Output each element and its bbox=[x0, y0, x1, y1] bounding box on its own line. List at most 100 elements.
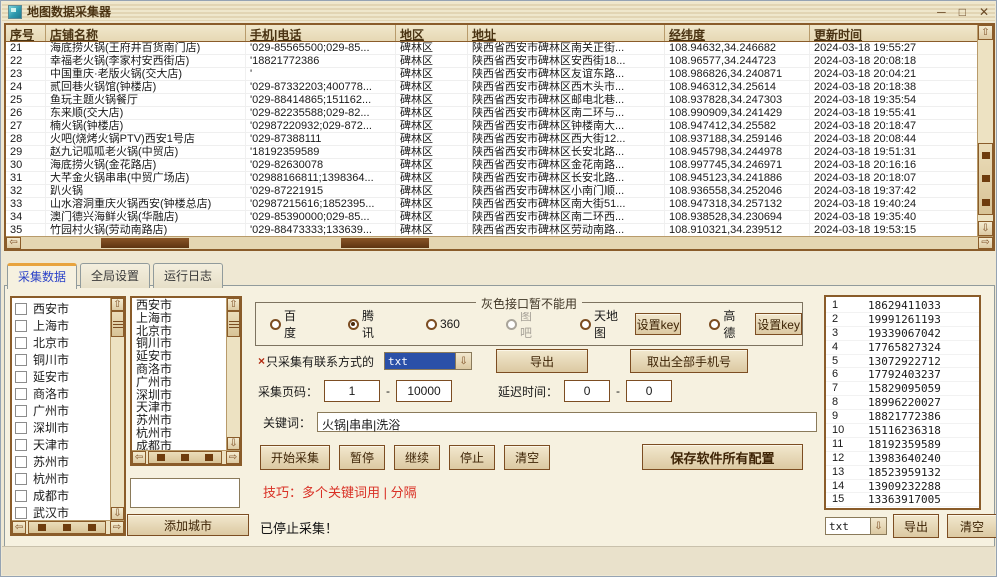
radio-tianditu[interactable]: 天地图 bbox=[580, 307, 625, 341]
city-checkbox-item[interactable]: 西安市 bbox=[15, 300, 110, 317]
set-key-button-tianditu[interactable]: 设置key bbox=[635, 313, 682, 335]
scroll-down-icon[interactable]: ⇩ bbox=[978, 221, 993, 236]
citylist-vertical-scrollbar[interactable]: ⇧ ⇩ bbox=[110, 298, 124, 520]
radio-gaode[interactable]: 高德 bbox=[709, 307, 743, 341]
checkbox-icon[interactable] bbox=[15, 388, 27, 400]
phone-clear-button[interactable]: 清空 bbox=[947, 514, 997, 538]
scroll-up-icon[interactable]: ⇧ bbox=[227, 298, 240, 311]
city-list-item[interactable]: 成都市 bbox=[136, 440, 226, 450]
city-checkbox-item[interactable]: 杭州市 bbox=[15, 470, 110, 487]
city-checkbox-item[interactable]: 深圳市 bbox=[15, 419, 110, 436]
col-address[interactable]: 地址 bbox=[468, 25, 665, 41]
scroll-right-icon[interactable]: ⇨ bbox=[110, 521, 124, 534]
city-checkbox-item[interactable]: 上海市 bbox=[15, 317, 110, 334]
scroll-up-icon[interactable]: ⇧ bbox=[978, 25, 993, 40]
start-collect-button[interactable]: 开始采集 bbox=[260, 445, 330, 470]
stop-button[interactable]: 停止 bbox=[449, 445, 495, 470]
table-row[interactable]: 24 贰回巷火锅馆(钟楼店) '029-87332203;400778... 碑… bbox=[6, 81, 977, 94]
export-button[interactable]: 导出 bbox=[496, 349, 588, 373]
col-updated[interactable]: 更新时间 bbox=[810, 25, 977, 41]
resume-button[interactable]: 继续 bbox=[394, 445, 440, 470]
tab-run-log[interactable]: 运行日志 bbox=[153, 263, 223, 288]
table-row[interactable]: 21 海底捞火锅(王府井百货南门店) '029-85565500;029-85.… bbox=[6, 42, 977, 55]
delay-from-input[interactable]: 0 bbox=[564, 380, 610, 402]
scroll-right-icon[interactable]: ⇨ bbox=[978, 237, 993, 249]
phone-list-item[interactable]: 8 18996220027 bbox=[826, 396, 979, 410]
scroll-down-icon[interactable]: ⇩ bbox=[227, 437, 240, 450]
maximize-icon[interactable]: □ bbox=[959, 5, 966, 19]
phone-list-item[interactable]: 6 17792403237 bbox=[826, 368, 979, 382]
checkbox-icon[interactable] bbox=[15, 405, 27, 417]
col-index[interactable]: 序号 bbox=[6, 25, 46, 41]
page-from-input[interactable]: 1 bbox=[324, 380, 380, 402]
scrollbar-thumb[interactable] bbox=[978, 143, 993, 215]
city-list-item[interactable]: 商洛市 bbox=[136, 363, 226, 376]
phone-export-format-select[interactable]: txt ⇩ bbox=[825, 517, 887, 535]
checkbox-icon[interactable] bbox=[15, 337, 27, 349]
radio-tencent[interactable]: 腾讯 bbox=[348, 307, 382, 341]
tab-global-settings[interactable]: 全局设置 bbox=[80, 263, 150, 288]
col-coords[interactable]: 经纬度 bbox=[665, 25, 810, 41]
checkbox-icon[interactable] bbox=[15, 507, 27, 519]
table-row[interactable]: 32 趴火锅 '029-87221915 碑林区 陕西省西安市碑林区小南门顺..… bbox=[6, 185, 977, 198]
col-phone[interactable]: 手机|电话 bbox=[246, 25, 396, 41]
col-district[interactable]: 地区 bbox=[396, 25, 468, 41]
phone-export-button[interactable]: 导出 bbox=[893, 514, 939, 538]
phone-list-item[interactable]: 13 18523959132 bbox=[826, 466, 979, 480]
minimize-icon[interactable]: ─ bbox=[937, 5, 946, 19]
city-checkbox-item[interactable]: 北京市 bbox=[15, 334, 110, 351]
phone-list-item[interactable]: 10 15116236318 bbox=[826, 424, 979, 438]
city-checkbox-item[interactable]: 天津市 bbox=[15, 436, 110, 453]
clear-button[interactable]: 清空 bbox=[504, 445, 550, 470]
city-checkbox-item[interactable]: 延安市 bbox=[15, 368, 110, 385]
scrollbar-thumb[interactable] bbox=[101, 238, 189, 248]
radio-mapbar[interactable]: 图吧 bbox=[506, 307, 540, 341]
table-row[interactable]: 28 火吧(烧烤火锅PTV)西安1号店 '029-87388111 碑林区 陕西… bbox=[6, 133, 977, 146]
scrollbar-thumb[interactable] bbox=[227, 311, 240, 337]
citylist-horizontal-scrollbar[interactable]: ⇦ ⇨ bbox=[12, 520, 124, 534]
citylist2-vertical-scrollbar[interactable]: ⇧ ⇩ bbox=[226, 298, 240, 450]
table-row[interactable]: 26 东来顺(交大店) '029-82235588;029-82... 碑林区 … bbox=[6, 107, 977, 120]
col-shop-name[interactable]: 店铺名称 bbox=[46, 25, 246, 41]
phone-list-item[interactable]: 4 17765827324 bbox=[826, 341, 979, 355]
city-list-item[interactable]: 杭州市 bbox=[136, 427, 226, 440]
city-checkbox-item[interactable]: 成都市 bbox=[15, 487, 110, 504]
table-row[interactable]: 27 楠火锅(钟楼店) '02987220932;029-872... 碑林区 … bbox=[6, 120, 977, 133]
radio-baidu[interactable]: 百度 bbox=[270, 307, 304, 341]
keyword-input[interactable]: 火锅|串串|洗浴 bbox=[317, 412, 817, 432]
phone-list-item[interactable]: 15 13363917005 bbox=[826, 493, 979, 507]
phone-list-item[interactable]: 3 19339067042 bbox=[826, 327, 979, 341]
phone-list-item[interactable]: 7 15829095059 bbox=[826, 382, 979, 396]
export-format-select[interactable]: txt ⇩ bbox=[384, 352, 472, 370]
checkbox-icon[interactable] bbox=[15, 303, 27, 315]
scrollbar-segment[interactable] bbox=[341, 238, 429, 248]
only-contact-x-icon[interactable]: × bbox=[258, 354, 265, 368]
table-row[interactable]: 29 赵九记呱呱老火锅(中贸店) '18192359589 碑林区 陕西省西安市… bbox=[6, 146, 977, 159]
table-horizontal-scrollbar[interactable]: ⇦ ⇨ bbox=[6, 236, 993, 249]
city-checkbox-item[interactable]: 铜川市 bbox=[15, 351, 110, 368]
phone-list-item[interactable]: 2 19991261193 bbox=[826, 313, 979, 327]
city-checkbox-item[interactable]: 广州市 bbox=[15, 402, 110, 419]
city-checkbox-item[interactable]: 苏州市 bbox=[15, 453, 110, 470]
checkbox-icon[interactable] bbox=[15, 456, 27, 468]
phone-list-item[interactable]: 12 13983640240 bbox=[826, 452, 979, 466]
city-checkbox-item[interactable]: 商洛市 bbox=[15, 385, 110, 402]
page-to-input[interactable]: 10000 bbox=[396, 380, 452, 402]
close-icon[interactable]: ✕ bbox=[979, 5, 989, 19]
save-all-config-button[interactable]: 保存软件所有配置 bbox=[642, 444, 803, 470]
city-list-item[interactable]: 广州市 bbox=[136, 376, 226, 389]
table-row[interactable]: 30 海底捞火锅(金花路店) '029-82630078 碑林区 陕西省西安市碑… bbox=[6, 159, 977, 172]
table-row[interactable]: 34 澳门德兴海鲜火锅(华融店) '029-85390000;029-85...… bbox=[6, 211, 977, 224]
table-row[interactable]: 23 中国重庆·老版火锅(交大店) ' 碑林区 陕西省西安市碑林区友谊东路...… bbox=[6, 68, 977, 81]
scroll-left-icon[interactable]: ⇦ bbox=[132, 451, 146, 464]
phone-list-item[interactable]: 1 18629411033 bbox=[826, 299, 979, 313]
table-row[interactable]: 33 山水溶洞重庆火锅西安(钟楼总店) '02987215616;1852395… bbox=[6, 198, 977, 211]
new-city-input[interactable] bbox=[130, 478, 240, 508]
phone-list-item[interactable]: 9 18821772386 bbox=[826, 410, 979, 424]
table-row[interactable]: 31 大芊金火锅串串(中贸广场店) '02988166811;1398364..… bbox=[6, 172, 977, 185]
checkbox-icon[interactable] bbox=[15, 422, 27, 434]
phone-list-item[interactable]: 5 13072922712 bbox=[826, 355, 979, 369]
city-list-item[interactable]: 上海市 bbox=[136, 312, 226, 325]
radio-360[interactable]: 360 bbox=[426, 317, 460, 331]
scrollbar-thumb[interactable] bbox=[28, 521, 106, 534]
